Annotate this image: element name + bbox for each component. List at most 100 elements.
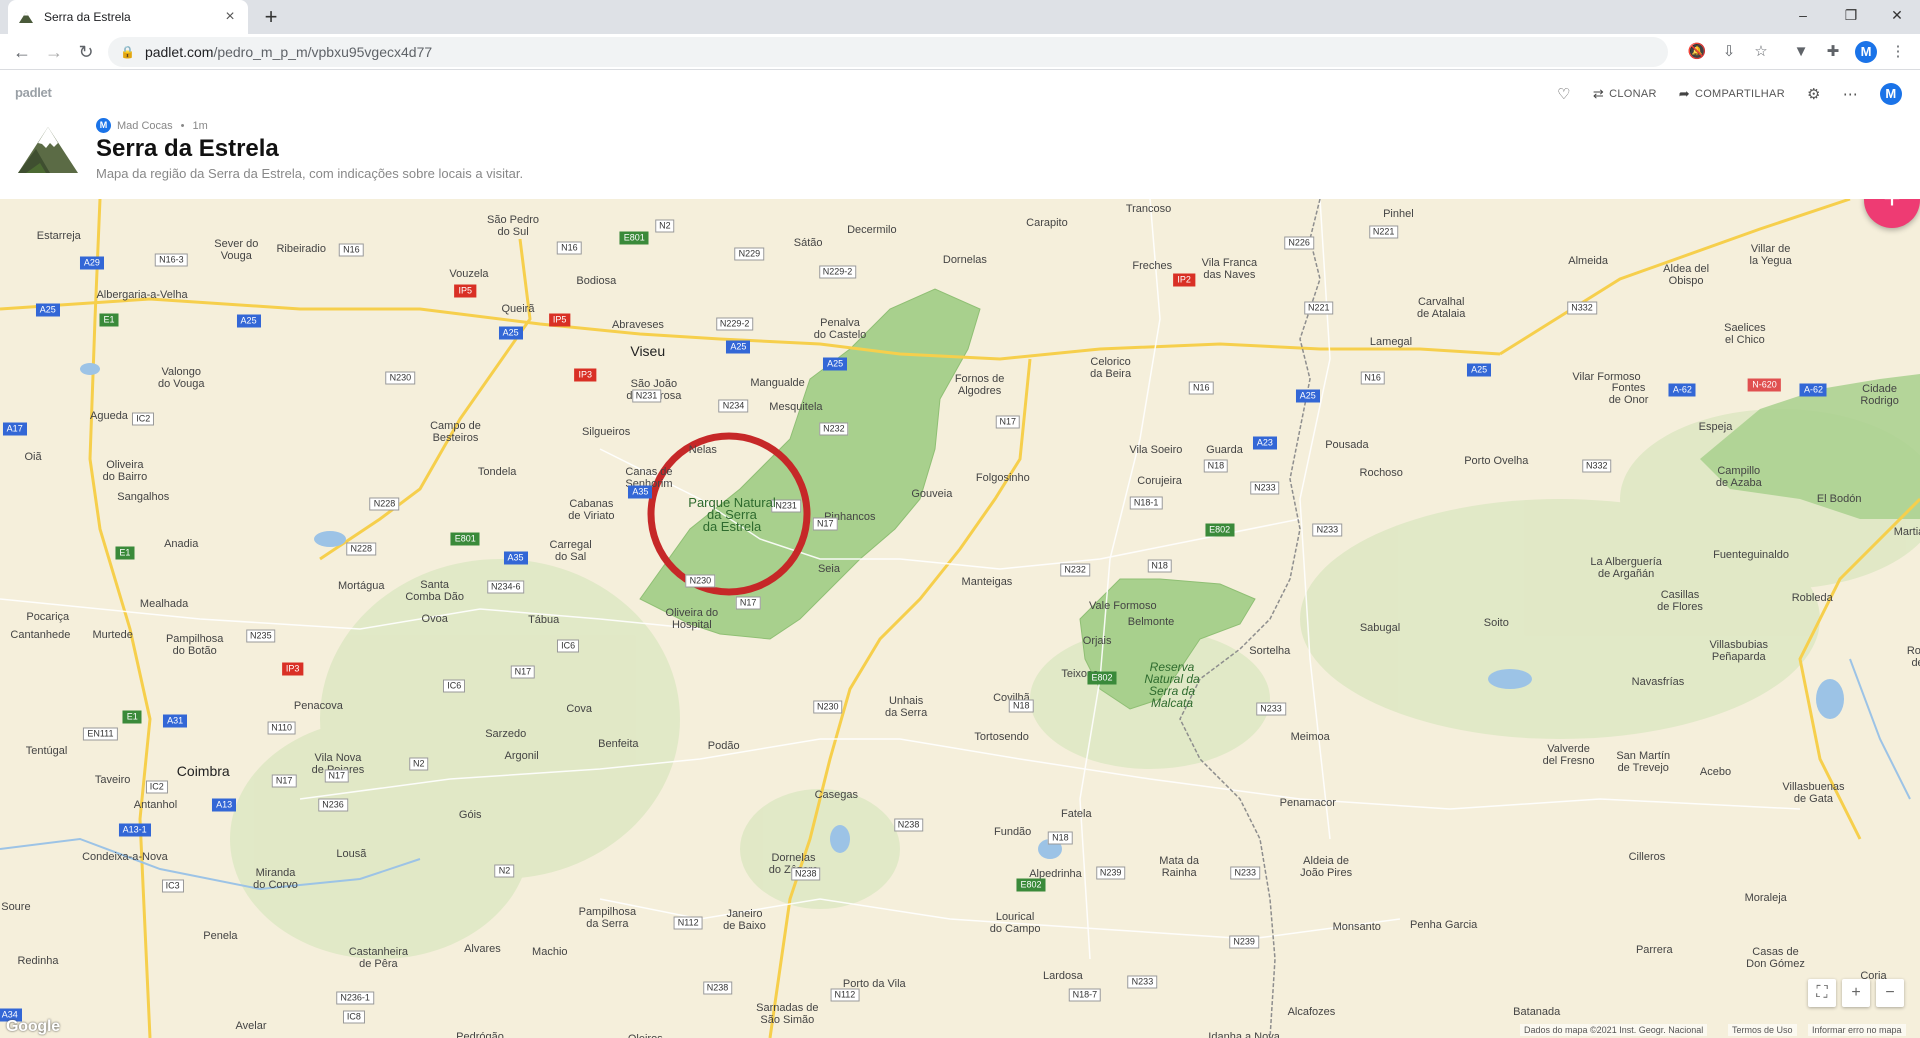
place-label[interactable]: Cantanhede [10, 629, 70, 641]
place-label[interactable]: Castanheira de Pêra [349, 946, 408, 970]
minimize-button[interactable]: – [1780, 0, 1826, 30]
place-label[interactable]: Abraveses [612, 319, 664, 331]
place-label[interactable]: Idanha a Nova [1208, 1031, 1280, 1038]
place-label[interactable]: Sátão [794, 237, 823, 249]
place-label[interactable]: San Martín de Trevejo [1616, 750, 1670, 774]
place-label[interactable]: Casegas [815, 789, 858, 801]
place-label[interactable]: Celorico da Beira [1090, 356, 1131, 380]
place-label[interactable]: Parrera [1636, 944, 1673, 956]
extension-filter-icon[interactable]: ▼ [1790, 41, 1812, 63]
place-label[interactable]: Alvares [464, 943, 501, 955]
place-label[interactable]: Vale Formoso [1089, 600, 1157, 612]
report-error-link[interactable]: Informar erro no mapa [1808, 1024, 1906, 1036]
clone-button[interactable]: ⇄ CLONAR [1593, 86, 1657, 102]
place-label[interactable]: Almeida [1568, 255, 1608, 267]
place-label[interactable]: Bodiosa [576, 275, 616, 287]
place-label[interactable]: Queirã [501, 303, 534, 315]
place-label[interactable]: Dornelas [943, 254, 987, 266]
padlet-profile[interactable]: M [1880, 83, 1902, 105]
place-label[interactable]: Belmonte [1128, 616, 1174, 628]
place-label[interactable]: Ovoa [422, 613, 448, 625]
place-label[interactable]: Ribeiradio [276, 243, 326, 255]
place-label[interactable]: PedrógãoGrande [456, 1031, 504, 1038]
place-label[interactable]: Benfeita [598, 738, 638, 750]
place-label[interactable]: Oleiros [628, 1033, 663, 1038]
place-label[interactable]: Vila Soeiro [1129, 444, 1182, 456]
place-label[interactable]: Carregal do Sal [550, 539, 592, 563]
place-label[interactable]: Seia [818, 563, 840, 575]
place-label[interactable]: Oliveira do Hospital [666, 607, 719, 631]
place-label[interactable]: Miranda do Corvo [253, 867, 298, 891]
place-label[interactable]: Góis [459, 809, 482, 821]
place-label[interactable]: Orjais [1083, 635, 1112, 647]
back-icon[interactable]: ← [10, 40, 34, 64]
place-label[interactable]: Penalva do Castelo [814, 317, 867, 341]
place-label[interactable]: Robleda [1792, 592, 1833, 604]
place-label[interactable]: Sabugal [1360, 622, 1400, 634]
place-label[interactable]: Manteigas [962, 576, 1013, 588]
more-options-icon[interactable]: ⋯ [1843, 85, 1858, 103]
place-label[interactable]: Cabanas de Viriato [568, 498, 614, 522]
place-label[interactable]: Navasfrías [1632, 676, 1685, 688]
park-label[interactable]: Parque Natural da Serra da Estrela [688, 496, 775, 533]
place-label[interactable]: Sangalhos [117, 491, 169, 503]
place-label[interactable]: Fundão [994, 826, 1031, 838]
place-label[interactable]: Machio [532, 946, 567, 958]
place-label[interactable]: Condeixa-a-Nova [82, 851, 168, 863]
place-label[interactable]: Fornos de Algodres [955, 373, 1005, 397]
place-label[interactable]: Villasbubias Peñaparda [1710, 639, 1769, 663]
place-label[interactable]: Valongo do Vouga [158, 366, 205, 390]
place-label[interactable]: Pousada [1325, 439, 1368, 451]
tab-close-icon[interactable]: × [222, 8, 238, 26]
place-label[interactable]: Aldea del Obispo [1663, 263, 1709, 287]
like-heart-icon[interactable]: ♡ [1557, 85, 1571, 103]
extensions-puzzle-icon[interactable]: ✚ [1822, 41, 1844, 63]
place-label[interactable]: Cova [566, 703, 592, 715]
place-label[interactable]: Fuenteguinaldo [1713, 549, 1789, 561]
place-label[interactable]: Fontes de Onor [1609, 382, 1649, 406]
zoom-out-button[interactable]: − [1876, 979, 1904, 1007]
browser-menu-icon[interactable]: ⋮ [1887, 41, 1909, 63]
place-label[interactable]: Pinhel [1383, 208, 1414, 220]
settings-gear-icon[interactable]: ⚙ [1807, 85, 1821, 103]
place-label[interactable]: Alcafozes [1288, 1006, 1336, 1018]
place-label[interactable]: Lamegal [1370, 336, 1412, 348]
place-label[interactable]: Casillas de Flores [1657, 589, 1703, 613]
browser-profile-avatar[interactable]: M [1855, 41, 1877, 63]
zoom-in-button[interactable]: + [1842, 979, 1870, 1007]
place-label[interactable]: Penacova [294, 700, 343, 712]
place-label[interactable]: Porto Ovelha [1464, 455, 1528, 467]
place-label[interactable]: Lourical do Campo [990, 911, 1041, 935]
padlet-logo[interactable]: padlet [15, 85, 52, 100]
place-label[interactable]: Valverde del Fresno [1543, 743, 1595, 767]
place-label[interactable]: Lardosa [1043, 970, 1083, 982]
map-canvas[interactable]: Estarreja Sever do Vouga Ribeiradio São Pedr… [0, 199, 1920, 1038]
place-label[interactable]: Casas de Don Gómez [1746, 946, 1805, 970]
browser-tab[interactable]: Serra da Estrela × [8, 0, 248, 34]
place-label[interactable]: Albergaria-a-Velha [96, 289, 187, 301]
place-label[interactable]: Freches [1132, 260, 1172, 272]
place-label[interactable]: Aldeia de João Pires [1300, 855, 1352, 879]
bookmark-star-icon[interactable]: ☆ [1750, 41, 1772, 63]
place-label[interactable]: Sever do Vouga [214, 238, 258, 262]
place-label[interactable]: Monsanto [1333, 921, 1381, 933]
place-label[interactable]: Vila Franca das Naves [1202, 257, 1257, 281]
terms-link[interactable]: Termos de Uso [1728, 1024, 1797, 1036]
install-icon[interactable]: ⇩ [1718, 41, 1740, 63]
place-label[interactable]: Martiago [1894, 526, 1920, 538]
place-label[interactable]: El Bodón [1817, 493, 1862, 505]
place-label[interactable]: Carapito [1026, 217, 1068, 229]
place-label[interactable]: Guarda [1206, 444, 1243, 456]
place-label[interactable]: Penela [203, 930, 237, 942]
place-label[interactable]: Silgueiros [582, 426, 630, 438]
fullscreen-icon[interactable]: ⛶ [1808, 979, 1836, 1007]
place-label[interactable]: Gouveia [911, 488, 952, 500]
place-label[interactable]: Moraleja [1745, 892, 1787, 904]
place-label[interactable]: Penamacor [1280, 797, 1336, 809]
place-label[interactable]: Coimbra [177, 764, 230, 778]
place-label[interactable]: Tortosendo [974, 731, 1028, 743]
address-bar[interactable]: 🔒 padlet.com/pedro_m_p_m/vpbxu95vgecx4d7… [108, 37, 1668, 67]
place-label[interactable]: Decermilo [847, 224, 897, 236]
place-label[interactable]: Oliveira do Bairro [103, 459, 148, 483]
place-label[interactable]: Batanada [1513, 1006, 1560, 1018]
